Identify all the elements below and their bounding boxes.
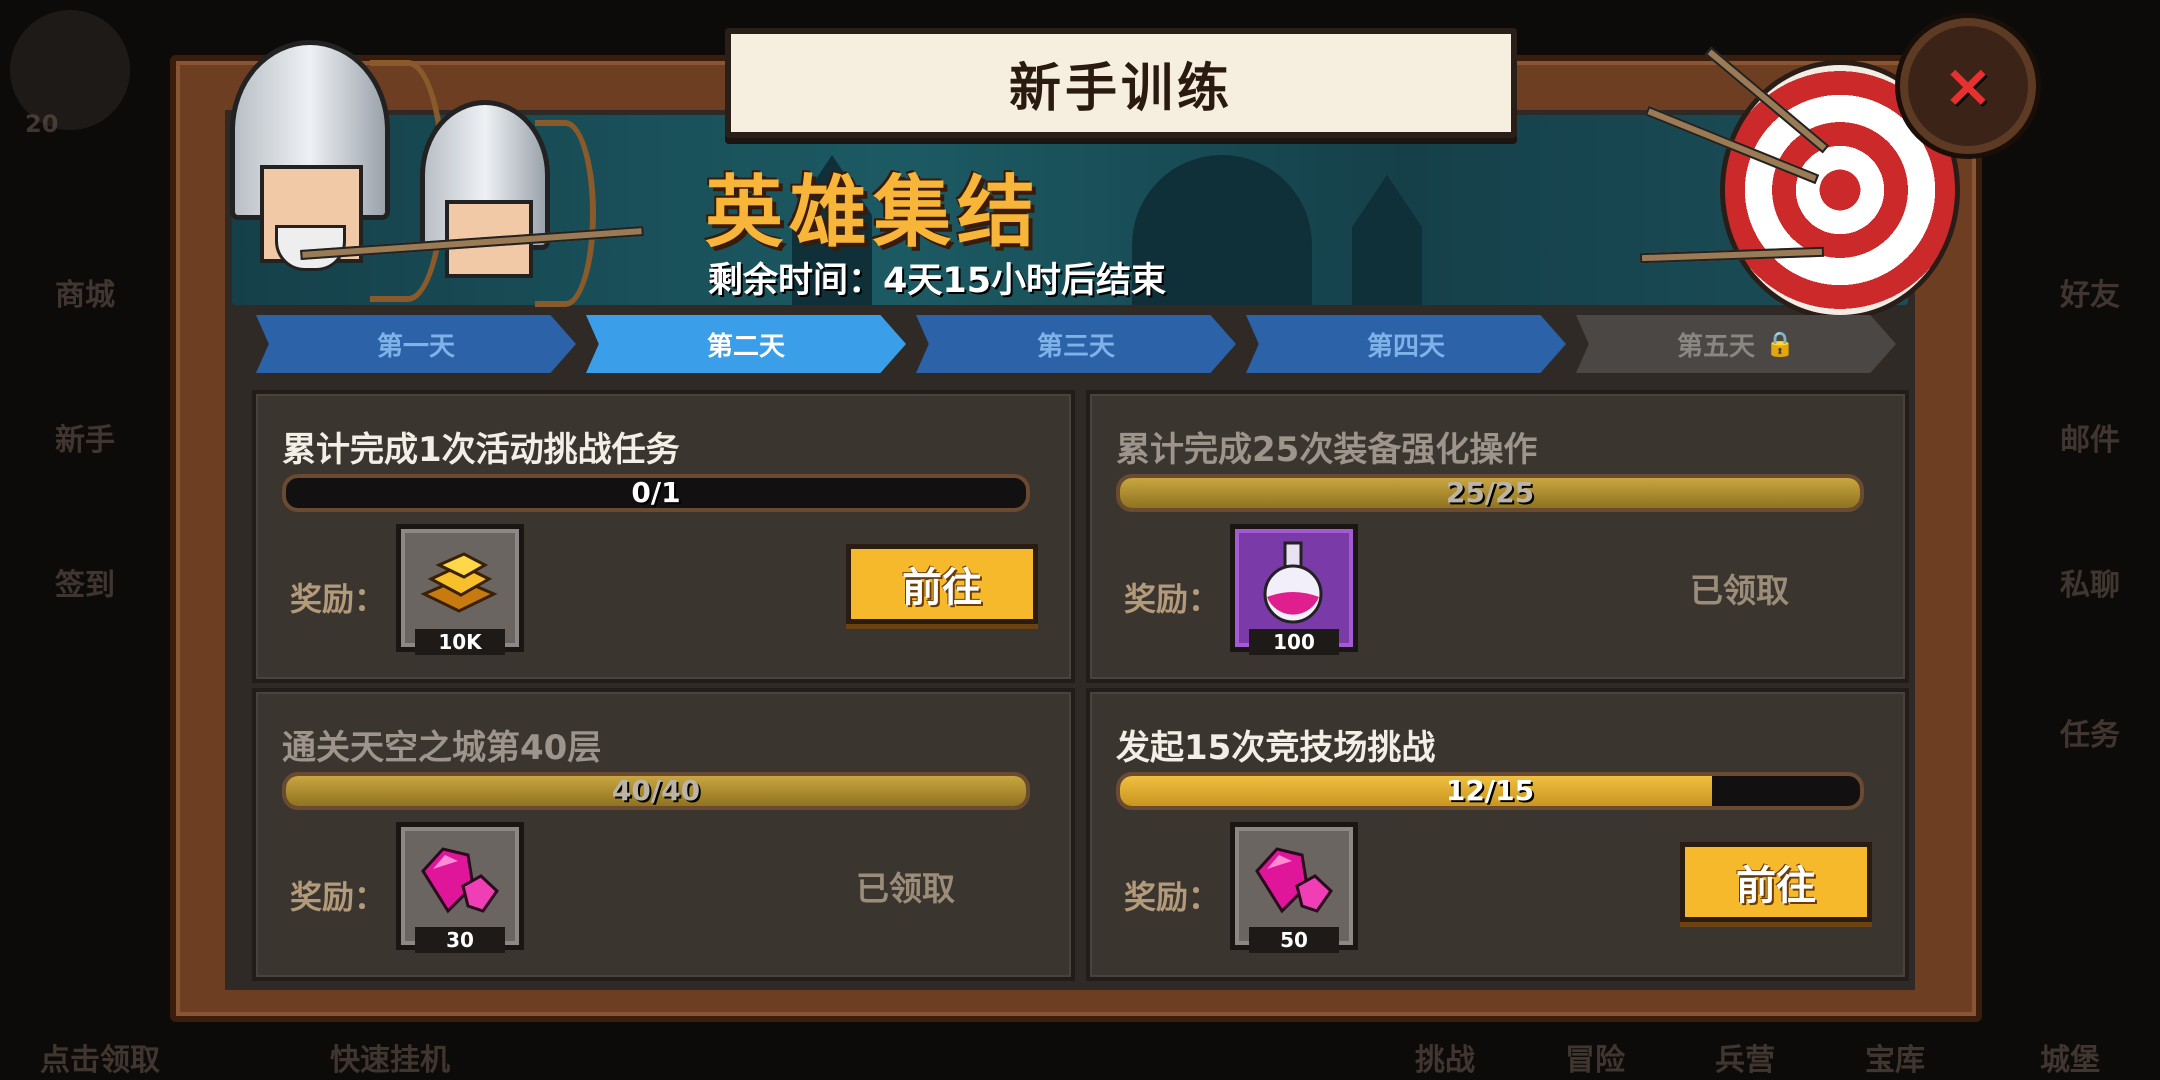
event-title: 英雄集结 — [705, 168, 1042, 258]
reward-qty: 10K — [415, 629, 505, 655]
tab-label: 第一天 — [376, 331, 455, 362]
task-card: 通关天空之城第40层 40/40 奖励： 30 已领取 — [252, 688, 1075, 981]
task-progress-bar: 25/25 — [1116, 474, 1864, 512]
close-button[interactable]: × — [1900, 18, 2036, 154]
tab-day-5[interactable]: 第五天 🔒 — [1576, 315, 1896, 373]
shop-label[interactable]: 商城 — [55, 270, 115, 314]
task-card: 累计完成1次活动挑战任务 0/1 奖励： 10K 前往 — [252, 390, 1075, 683]
chat-label[interactable]: 私聊 — [2060, 560, 2120, 604]
reward-item[interactable]: 50 — [1230, 822, 1358, 953]
go-button[interactable]: 前往 — [1680, 842, 1872, 922]
modal-title: 新手训练 — [1008, 58, 1233, 119]
tab-day-3[interactable]: 第三天 — [916, 315, 1236, 373]
task-title: 发起15次竞技场挑战 — [1116, 728, 1436, 768]
adventure-label[interactable]: 冒险 — [1565, 1035, 1625, 1079]
gold-bars-icon — [420, 552, 498, 613]
tab-day-4[interactable]: 第四天 — [1246, 315, 1566, 373]
castle-label[interactable]: 城堡 — [2040, 1035, 2100, 1079]
task-card: 发起15次竞技场挑战 12/15 奖励： 50 前往 — [1086, 688, 1909, 981]
tab-day-2[interactable]: 第二天 — [586, 315, 906, 373]
lock-icon: 🔒 — [1765, 330, 1795, 358]
close-icon: × — [1942, 51, 1994, 121]
tab-label: 第二天 — [706, 331, 785, 362]
task-title: 累计完成1次活动挑战任务 — [282, 430, 680, 470]
friends-label[interactable]: 好友 — [2060, 270, 2120, 314]
progress-text: 12/15 — [1445, 774, 1535, 807]
barracks-label[interactable]: 兵营 — [1715, 1035, 1775, 1079]
reward-label: 奖励： — [290, 878, 387, 916]
modal-title-plate: 新手训练 — [725, 28, 1517, 138]
reward-item[interactable]: 10K — [396, 524, 524, 655]
go-button[interactable]: 前往 — [846, 544, 1038, 624]
auto-idle-label[interactable]: 快速挂机 — [330, 1035, 450, 1079]
reward-qty: 100 — [1249, 629, 1339, 655]
task-title: 通关天空之城第40层 — [282, 728, 602, 768]
progress-text: 0/1 — [631, 476, 681, 509]
reward-label: 奖励： — [1124, 878, 1221, 916]
reward-item[interactable]: 100 — [1230, 524, 1358, 655]
task-progress-bar: 40/40 — [282, 772, 1030, 810]
reward-qty: 50 — [1249, 927, 1339, 953]
newbie-label[interactable]: 新手 — [55, 415, 115, 459]
task-card: 累计完成25次装备强化操作 25/25 奖励： 100 已领取 — [1086, 390, 1909, 683]
reward-label: 奖励： — [1124, 580, 1221, 618]
gem-icon — [421, 847, 499, 914]
progress-text: 25/25 — [1445, 476, 1535, 509]
tab-day-1[interactable]: 第一天 — [256, 315, 576, 373]
claim-label[interactable]: 点击领取 — [40, 1035, 160, 1079]
mail-label[interactable]: 邮件 — [2060, 415, 2120, 459]
challenge-label[interactable]: 挑战 — [1415, 1035, 1475, 1079]
claimed-status: 已领取 — [856, 869, 955, 908]
tab-label: 第四天 — [1366, 331, 1445, 362]
task-progress-bar: 12/15 — [1116, 772, 1864, 810]
gem-icon — [1255, 847, 1333, 914]
go-button-label: 前往 — [902, 565, 982, 611]
go-button-label: 前往 — [1736, 863, 1816, 909]
reward-item[interactable]: 30 — [396, 822, 524, 953]
checkin-label[interactable]: 签到 — [55, 560, 115, 604]
progress-text: 40/40 — [611, 774, 701, 807]
day-tabs: 第一天 第二天 第三天 第四天 第五天 🔒 — [256, 315, 1896, 375]
tab-label: 第五天 — [1677, 331, 1756, 362]
reward-qty: 30 — [415, 927, 505, 953]
tab-label: 第三天 — [1036, 331, 1115, 362]
treasury-label[interactable]: 宝库 — [1865, 1035, 1925, 1079]
remaining-time: 剩余时间：4天15小时后结束 — [708, 261, 1167, 301]
reward-label: 奖励： — [290, 580, 387, 618]
level-badge: 20 — [25, 110, 59, 138]
task-progress-bar: 0/1 — [282, 474, 1030, 512]
claimed-status: 已领取 — [1690, 571, 1789, 610]
potion-icon — [1263, 541, 1323, 624]
quest-label[interactable]: 任务 — [2060, 710, 2120, 754]
task-title: 累计完成25次装备强化操作 — [1116, 430, 1538, 470]
